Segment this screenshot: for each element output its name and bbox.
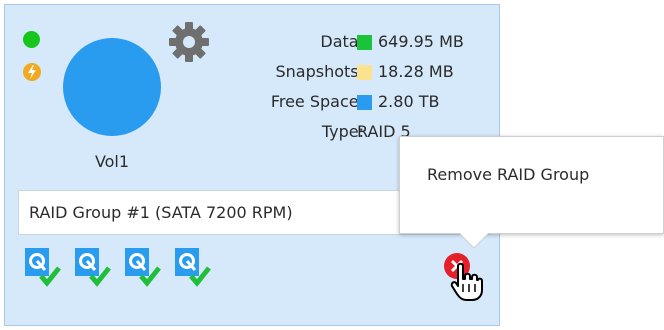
menu-item-remove-raid-group[interactable]: Remove RAID Group bbox=[427, 165, 589, 184]
hand-cursor-icon bbox=[450, 262, 483, 301]
disk-check-icon[interactable] bbox=[75, 248, 115, 288]
gear-icon[interactable] bbox=[167, 20, 211, 64]
volume-stats: Data: 649.95 MB Snapshots: 18.28 MB Free… bbox=[220, 27, 505, 147]
free-space-swatch bbox=[357, 95, 372, 110]
snapshots-swatch bbox=[357, 65, 372, 80]
menu-pointer bbox=[460, 233, 488, 249]
disk-check-icon[interactable] bbox=[175, 248, 215, 288]
context-menu: Remove RAID Group bbox=[399, 136, 664, 234]
stat-value: 649.95 MB bbox=[378, 32, 464, 51]
disk-check-icon[interactable] bbox=[125, 248, 165, 288]
status-indicator-icon bbox=[23, 31, 40, 48]
volume-name: Vol1 bbox=[94, 152, 130, 171]
volume-usage-chart[interactable] bbox=[63, 38, 161, 136]
power-icon bbox=[23, 63, 41, 81]
stat-label: Free Space: bbox=[270, 92, 364, 111]
data-swatch bbox=[357, 35, 372, 50]
stat-label: Snapshots: bbox=[275, 62, 364, 81]
stat-snapshots: Snapshots: 18.28 MB bbox=[220, 57, 505, 87]
stat-value: 2.80 TB bbox=[378, 92, 440, 111]
stat-free-space: Free Space: 2.80 TB bbox=[220, 87, 505, 117]
stat-data: Data: 649.95 MB bbox=[220, 27, 505, 57]
stat-value: 18.28 MB bbox=[378, 62, 454, 81]
disk-check-icon[interactable] bbox=[25, 248, 65, 288]
